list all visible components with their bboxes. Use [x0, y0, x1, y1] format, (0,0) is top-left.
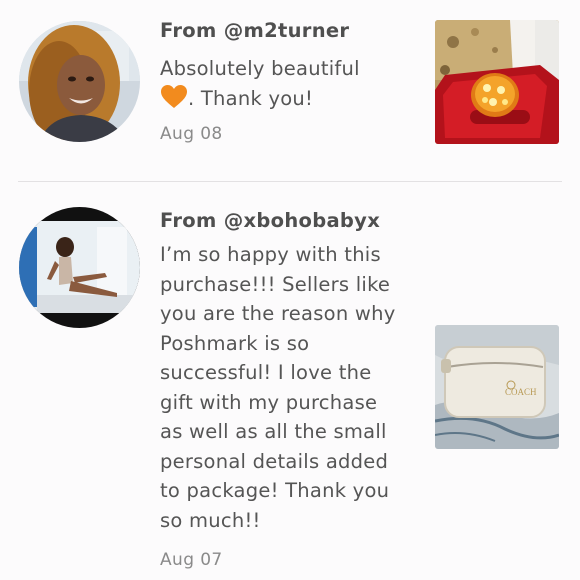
user-avatar[interactable]: [19, 207, 140, 328]
message-line: you are the reason why: [160, 302, 396, 325]
orange-heart-icon: [161, 84, 187, 108]
review-message: Absolutely beautiful . Thank you!: [160, 54, 418, 113]
message-line: personal details added: [160, 449, 389, 473]
avatar-photo: [19, 207, 140, 328]
review-message-text-2: . Thank you!: [188, 86, 314, 110]
message-line: as well as all the small: [160, 420, 387, 443]
message-line: successful! I love the: [160, 361, 372, 384]
review-author[interactable]: From @m2turner: [160, 18, 418, 44]
message-line: I’m so happy with this: [160, 243, 381, 266]
review-item: From @m2turner Absolutely beautiful . Th…: [0, 0, 580, 182]
message-line: purchase!!! Sellers like: [160, 272, 391, 296]
user-avatar[interactable]: [19, 21, 140, 142]
review-date: Aug 07: [160, 550, 223, 570]
review-author[interactable]: From @xbohobabyx: [160, 208, 418, 234]
avatar-photo: [19, 21, 140, 142]
listing-thumbnail[interactable]: [435, 20, 559, 144]
message-line: to package! Thank you: [160, 479, 390, 502]
review-date: Aug 08: [160, 124, 223, 144]
message-line: Poshmark is so: [160, 331, 310, 355]
zip-case-photo: COACH: [435, 325, 559, 449]
review-message: I’m so happy with this purchase!!! Selle…: [160, 240, 418, 535]
message-line: so much!!: [160, 508, 261, 532]
review-message-text: Absolutely beautiful: [160, 57, 360, 80]
review-item: From @xbohobabyx I’m so happy with this …: [0, 182, 580, 580]
listing-thumbnail[interactable]: COACH: [435, 325, 559, 449]
message-line: gift with my purchase: [160, 390, 378, 414]
ring-box-photo: [435, 20, 559, 144]
